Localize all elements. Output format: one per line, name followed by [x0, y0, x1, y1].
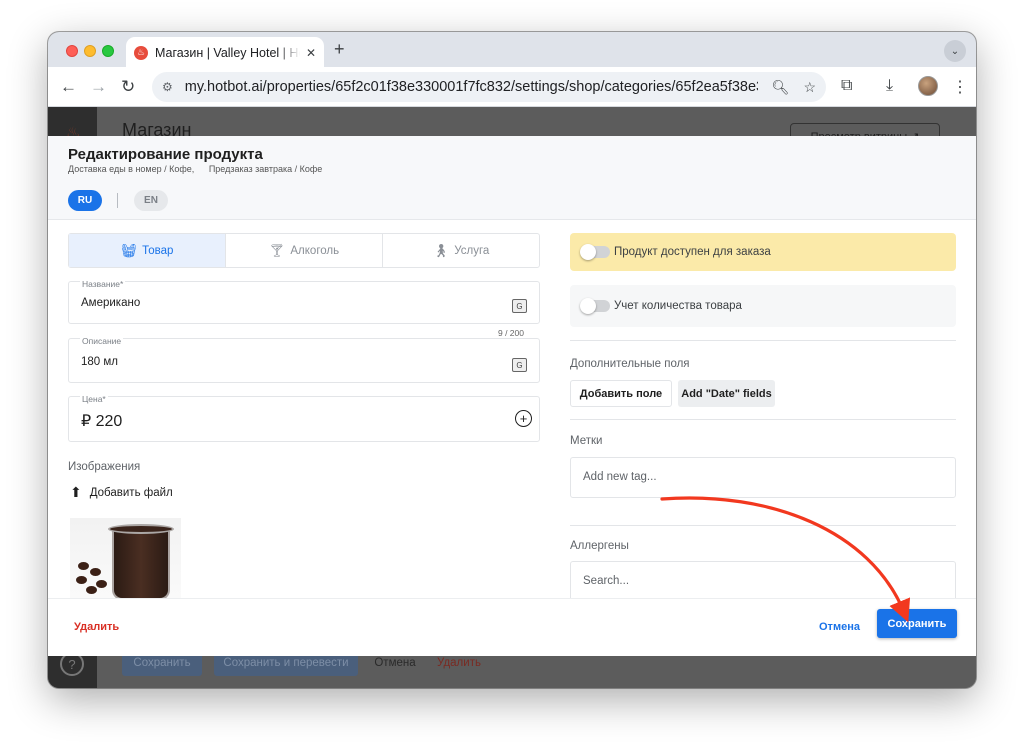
tags-label: Метки — [570, 435, 603, 447]
add-price-icon[interactable]: + — [515, 410, 532, 427]
close-tab-icon[interactable]: ✕ — [306, 46, 316, 60]
product-image[interactable] — [70, 518, 181, 598]
translate-icon[interactable]: G — [512, 299, 527, 313]
tab-title: Магазин | Valley Hotel | Hotbot — [155, 45, 300, 60]
product-type-tabs: 🧺︎ Товар 🍸︎ Алкоголь 🚶︎ Услуга — [68, 233, 540, 268]
forward-icon[interactable]: → — [90, 77, 107, 97]
tab-label: Алкоголь — [290, 244, 340, 257]
tag-input[interactable]: Add new tag... — [570, 457, 956, 498]
price-field[interactable]: Цена* ₽ 220 + — [68, 394, 540, 442]
extra-fields-label: Дополнительные поля — [570, 358, 690, 370]
upload-icon: ⬆ — [70, 484, 82, 500]
divider — [570, 419, 956, 420]
available-label: Продукт доступен для заказа — [614, 246, 771, 258]
divider — [570, 340, 956, 341]
person-icon: 🚶︎ — [432, 242, 450, 258]
minimize-window-button[interactable] — [84, 45, 96, 57]
allergens-label: Аллергены — [570, 540, 629, 552]
add-file-button[interactable]: ⬆ Добавить файл — [70, 484, 173, 501]
tab-alcohol[interactable]: 🍸︎ Алкоголь — [225, 234, 382, 267]
kebab-menu-icon[interactable]: ⋮ — [952, 77, 968, 97]
address-bar[interactable]: ⚙ my.hotbot.ai/properties/65f2c01f38e330… — [152, 72, 826, 102]
modal-footer: Удалить Отмена Сохранить — [48, 598, 976, 656]
allergen-search-input[interactable]: Search... — [570, 561, 956, 602]
close-window-button[interactable] — [66, 45, 78, 57]
name-field[interactable]: Название* Американо G — [68, 279, 540, 324]
tab-search-icon[interactable]: ⌄ — [944, 40, 966, 62]
breadcrumb-item: Предзаказ завтрака / Кофе — [208, 164, 323, 174]
add-file-label: Добавить файл — [89, 486, 173, 499]
back-icon[interactable]: ← — [60, 77, 77, 97]
basket-icon: 🧺︎ — [120, 242, 138, 258]
modal-title: Редактирование продукта — [68, 146, 263, 163]
description-value: 180 мл — [81, 356, 118, 368]
cocktail-icon: 🍸︎ — [268, 242, 286, 258]
browser-toolbar: ← → ↻ ⚙ my.hotbot.ai/properties/65f2c01f… — [48, 67, 976, 107]
name-label: Название* — [80, 279, 126, 289]
images-label: Изображения — [68, 461, 141, 473]
divider — [570, 525, 956, 526]
save-button[interactable]: Сохранить — [877, 609, 957, 638]
download-icon[interactable]: ⤓ — [886, 77, 893, 95]
edit-product-modal: Редактирование продукта Доставка еды в н… — [48, 136, 976, 656]
profile-avatar[interactable] — [918, 76, 938, 96]
modal-header: Редактирование продукта Доставка еды в н… — [48, 136, 976, 220]
lang-divider — [117, 193, 118, 208]
add-date-fields-button[interactable]: Add "Date" fields — [678, 380, 775, 407]
description-label: Описание — [80, 336, 124, 346]
translate-icon[interactable]: G — [512, 358, 527, 372]
browser-tab[interactable]: ♨ Магазин | Valley Hotel | Hotbot ✕ — [126, 37, 324, 68]
description-field[interactable]: Описание 180 мл G — [68, 336, 540, 383]
name-value: Американо — [81, 297, 141, 309]
price-label: Цена* — [80, 394, 108, 404]
add-field-button[interactable]: Добавить поле — [570, 380, 672, 407]
browser-window: ♨ Магазин | Valley Hotel | Hotbot ✕ + ⌄ … — [48, 32, 976, 688]
track-quantity-label: Учет количества товара — [614, 300, 742, 312]
extensions-icon[interactable]: ⧉ — [841, 77, 852, 95]
breadcrumb-item: Доставка еды в номер / Кофе, — [68, 164, 195, 174]
url-text[interactable]: my.hotbot.ai/properties/65f2c01f38e33000… — [185, 79, 758, 95]
reload-icon[interactable]: ↻ — [121, 77, 135, 97]
lang-en-button[interactable]: EN — [134, 190, 168, 211]
tab-label: Услуга — [454, 244, 490, 257]
track-quantity-row[interactable]: Учет количества товара — [570, 285, 956, 327]
track-quantity-toggle[interactable] — [580, 298, 610, 314]
zoom-icon[interactable]: 🔍︎ — [772, 79, 790, 96]
available-toggle-row[interactable]: Продукт доступен для заказа — [570, 233, 956, 271]
price-value: ₽ 220 — [81, 413, 123, 430]
breadcrumb: Доставка еды в номер / Кофе, Предзаказ з… — [68, 164, 334, 174]
available-toggle[interactable] — [580, 244, 610, 260]
flame-icon: ♨ — [134, 45, 148, 60]
zoom-window-button[interactable] — [102, 45, 114, 57]
tab-product[interactable]: 🧺︎ Товар — [69, 234, 225, 267]
new-tab-icon[interactable]: + — [334, 39, 345, 60]
tab-label: Товар — [142, 244, 174, 257]
site-settings-icon[interactable]: ⚙ — [162, 80, 173, 94]
cancel-button[interactable]: Отмена — [819, 621, 860, 633]
tab-service[interactable]: 🚶︎ Услуга — [382, 234, 539, 267]
tab-strip: ♨ Магазин | Valley Hotel | Hotbot ✕ + ⌄ — [48, 32, 976, 68]
delete-button[interactable]: Удалить — [74, 621, 119, 633]
description-counter: 9 / 200 — [498, 328, 524, 338]
bookmark-star-icon[interactable]: ☆ — [803, 79, 816, 96]
lang-ru-button[interactable]: RU — [68, 190, 102, 211]
